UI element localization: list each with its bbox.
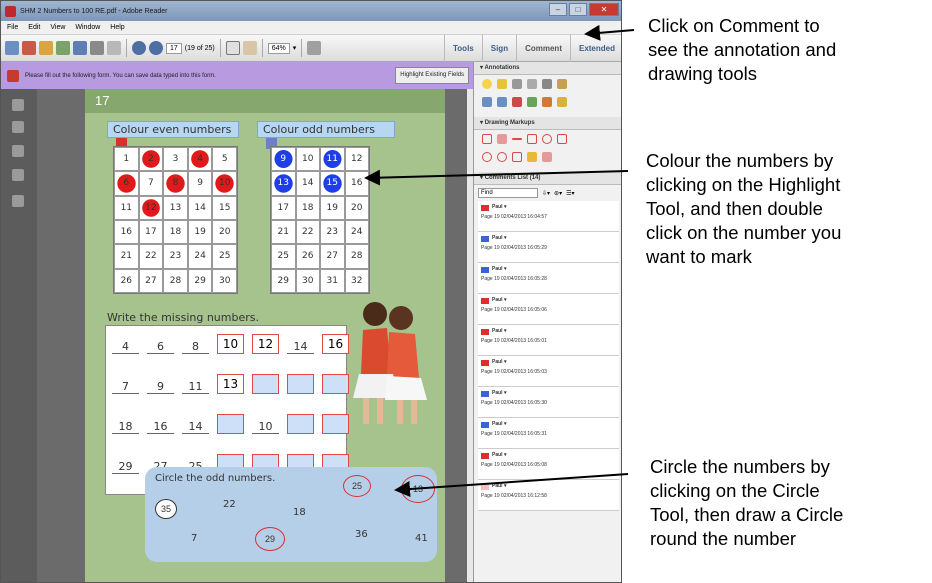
arrow-to-comment [584,24,635,41]
arrow-to-circle [394,473,629,498]
callout-arrows [364,24,635,498]
arrow-to-grid [364,169,629,186]
